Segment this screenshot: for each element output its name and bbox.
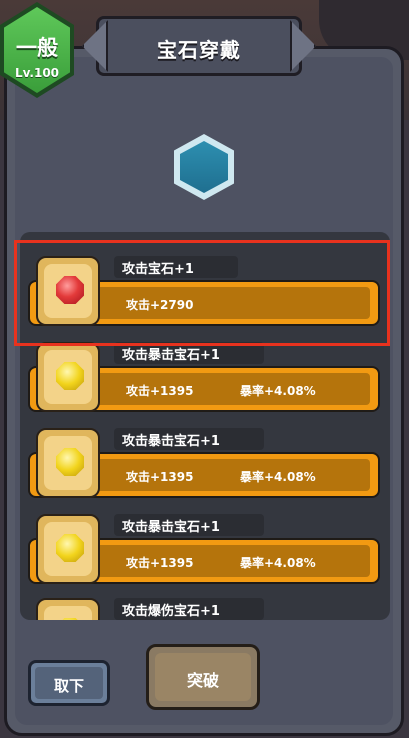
gem-stat-crit: 暴率+4.08%	[240, 470, 316, 484]
breakthrough-button[interactable]: 突破	[146, 644, 260, 710]
grade-label: 一般	[16, 36, 58, 60]
gem-icon-box	[36, 342, 100, 412]
yellow-gem-icon	[56, 448, 84, 476]
gem-list-item[interactable]: 攻击暴击宝石+1 攻击+1395 暴率+4.08%	[26, 512, 384, 592]
gem-stat-attack: 攻击+1395	[126, 470, 194, 484]
gem-stat-attack: 攻击+1395	[126, 384, 194, 398]
gem-name: 攻击暴击宝石+1	[122, 348, 220, 363]
gem-stat-crit: 暴率+4.08%	[240, 556, 316, 570]
level-label: Lv.100	[14, 66, 60, 80]
level-badge: 一般 Lv.100	[0, 2, 74, 98]
gem-icon-box	[36, 428, 100, 498]
gem-list-item[interactable]: 攻击暴击宝石+1 攻击+1395 暴率+4.08%	[26, 340, 384, 420]
yellow-gem-icon	[56, 618, 84, 620]
gem-list-item[interactable]: 攻击暴击宝石+1 攻击+1395 暴率+4.08%	[26, 426, 384, 506]
gem-icon-box	[36, 598, 100, 620]
yellow-gem-icon	[56, 362, 84, 390]
take-off-label: 取下	[53, 677, 84, 695]
dialog-title: 宝石穿戴	[157, 38, 241, 62]
yellow-gem-icon	[56, 534, 84, 562]
gem-name: 攻击爆伤宝石+1	[122, 604, 220, 619]
gem-name: 攻击暴击宝石+1	[122, 434, 220, 449]
gem-icon-box	[36, 514, 100, 584]
selected-gem-highlight	[14, 240, 390, 346]
gem-stat-crit: 暴率+4.08%	[240, 384, 316, 398]
gem-name: 攻击暴击宝石+1	[122, 520, 220, 535]
take-off-button[interactable]: 取下	[28, 660, 110, 706]
gem-list-item[interactable]: 攻击爆伤宝石+1	[26, 596, 384, 620]
gem-stat-attack: 攻击+1395	[126, 556, 194, 570]
title-banner: 宝石穿戴	[82, 10, 316, 82]
breakthrough-label: 突破	[186, 671, 219, 690]
